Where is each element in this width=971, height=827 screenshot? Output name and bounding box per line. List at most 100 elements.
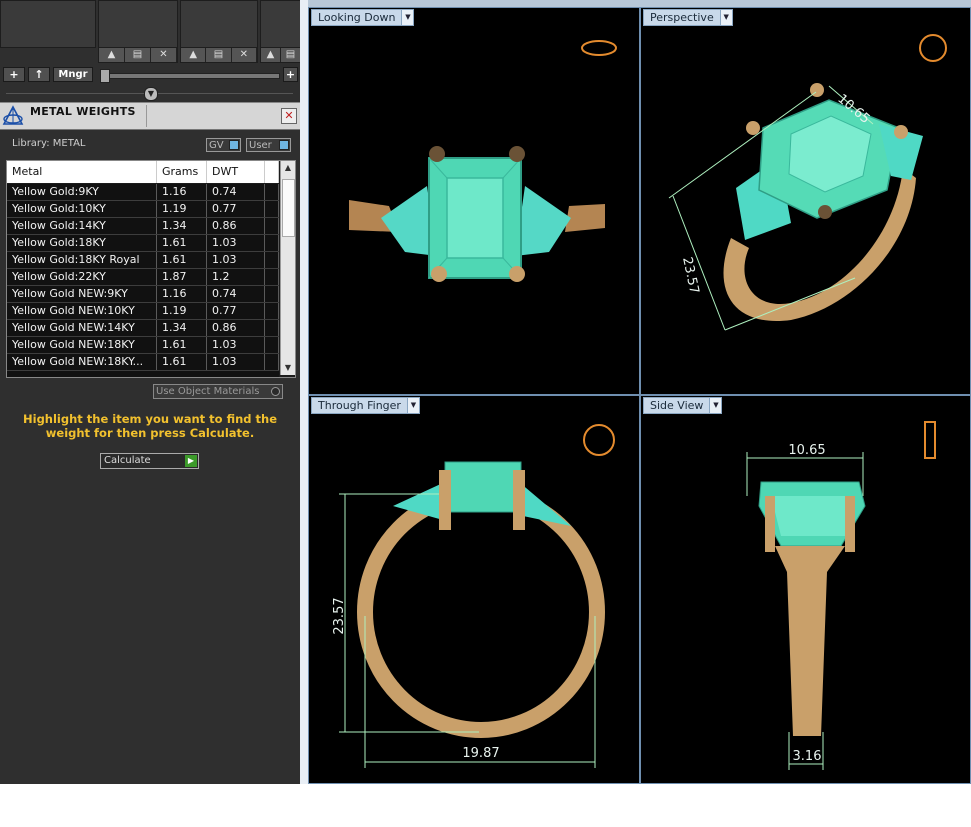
calculate-button[interactable]: Calculate ▶ bbox=[100, 453, 199, 469]
viewport-through-finger[interactable]: 23.57 19.87 Through Finger ▼ bbox=[308, 395, 640, 784]
dwt-cell: 0.74 bbox=[207, 286, 265, 302]
gv-toggle[interactable]: GV bbox=[206, 138, 241, 152]
dropdown-arrow-icon[interactable]: ▼ bbox=[406, 398, 419, 413]
use-object-materials-label: Use Object Materials bbox=[156, 386, 260, 397]
ring-front-view-render: 23.57 19.87 bbox=[332, 424, 615, 768]
dimension-height-label: 23.57 bbox=[332, 597, 347, 634]
table-row[interactable]: Yellow Gold:14KY 1.34 0.86 bbox=[7, 218, 279, 235]
column-header-grams[interactable]: Grams bbox=[157, 161, 207, 183]
scroll-down-icon[interactable]: ▼ bbox=[281, 361, 295, 375]
dropdown-arrow-icon[interactable]: ▼ bbox=[709, 398, 722, 413]
dropdown-arrow-icon[interactable]: ▼ bbox=[401, 10, 414, 25]
blank-cell bbox=[265, 235, 279, 251]
viewport-perspective[interactable]: 10.65 23.57 Perspective ▼ bbox=[640, 7, 971, 395]
table-row[interactable]: Yellow Gold NEW:9KY 1.16 0.74 bbox=[7, 286, 279, 303]
add-button[interactable]: + bbox=[3, 67, 25, 82]
ring-perspective-render: 10.65 23.57 bbox=[668, 34, 947, 331]
metal-cell: Yellow Gold:18KY Royal bbox=[7, 252, 157, 268]
table-row[interactable]: Yellow Gold:18KY Royal 1.61 1.03 bbox=[7, 252, 279, 269]
save-icon[interactable]: ▤ bbox=[206, 48, 232, 62]
header-divider bbox=[146, 105, 147, 127]
dwt-cell: 0.74 bbox=[207, 184, 265, 200]
orientation-ring-icon bbox=[919, 34, 947, 62]
dwt-cell: 1.03 bbox=[207, 354, 265, 370]
zoom-slider-track[interactable] bbox=[104, 73, 280, 79]
radio-indicator-icon bbox=[271, 387, 280, 396]
table-row[interactable]: Yellow Gold NEW:14KY 1.34 0.86 bbox=[7, 320, 279, 337]
dwt-cell: 0.86 bbox=[207, 218, 265, 234]
table-row-partial[interactable] bbox=[7, 371, 279, 377]
dropdown-arrow-icon[interactable]: ▼ bbox=[719, 10, 732, 25]
viewport-label-text: Looking Down bbox=[318, 11, 396, 24]
dwt-cell: 0.77 bbox=[207, 201, 265, 217]
table-row[interactable]: Yellow Gold:10KY 1.19 0.77 bbox=[7, 201, 279, 218]
manager-button[interactable]: Mngr bbox=[53, 67, 93, 82]
metal-cell: Yellow Gold NEW:18KY... bbox=[7, 354, 157, 370]
delete-icon[interactable]: ✕ bbox=[231, 48, 257, 62]
collapse-icon[interactable]: ▼ bbox=[144, 87, 158, 101]
view-tabs-strip[interactable] bbox=[308, 0, 971, 7]
layer-thumbnail[interactable] bbox=[260, 0, 302, 48]
blank-cell bbox=[265, 303, 279, 319]
viewport-label[interactable]: Side View ▼ bbox=[643, 397, 723, 414]
column-header-dwt[interactable]: DWT bbox=[207, 161, 265, 183]
metal-weights-panel: ▲ ▤ ✕ ▲ ▤ ✕ ▲ ▤ + ↑ Mngr + ▼ METAL WEIGH… bbox=[0, 0, 302, 784]
blank-cell bbox=[265, 201, 279, 217]
layer-thumbnail[interactable] bbox=[180, 0, 258, 48]
empty-area bbox=[0, 784, 971, 827]
grams-cell: 1.61 bbox=[157, 354, 207, 370]
grams-cell: 1.87 bbox=[157, 269, 207, 285]
move-up-icon[interactable]: ▲ bbox=[261, 48, 281, 62]
table-row[interactable]: Yellow Gold NEW:18KY 1.61 1.03 bbox=[7, 337, 279, 354]
panel-title: METAL WEIGHTS bbox=[30, 105, 136, 118]
use-object-materials-toggle[interactable]: Use Object Materials bbox=[153, 384, 283, 399]
scroll-up-icon[interactable]: ▲ bbox=[281, 161, 295, 175]
metal-cell: Yellow Gold:10KY bbox=[7, 201, 157, 217]
table-row[interactable]: Yellow Gold:22KY 1.87 1.2 bbox=[7, 269, 279, 286]
viewport-label[interactable]: Perspective ▼ bbox=[643, 9, 733, 26]
metal-cell: Yellow Gold NEW:14KY bbox=[7, 320, 157, 336]
table-row[interactable]: Yellow Gold NEW:10KY 1.19 0.77 bbox=[7, 303, 279, 320]
viewport-looking-down[interactable]: Looking Down ▼ bbox=[308, 7, 640, 395]
metal-cell: Yellow Gold NEW:9KY bbox=[7, 286, 157, 302]
blank-cell bbox=[265, 286, 279, 302]
save-icon[interactable]: ▤ bbox=[281, 48, 301, 62]
zoom-slider-handle[interactable] bbox=[100, 69, 110, 83]
metal-weights-logo-icon bbox=[2, 105, 24, 125]
instruction-text: Highlight the item you want to find the … bbox=[23, 412, 277, 440]
save-icon[interactable]: ▤ bbox=[125, 48, 151, 62]
panel-header: METAL WEIGHTS ✕ bbox=[0, 102, 300, 130]
move-up-icon[interactable]: ▲ bbox=[99, 48, 125, 62]
user-toggle[interactable]: User bbox=[246, 138, 291, 152]
grams-cell: 1.34 bbox=[157, 218, 207, 234]
table-scrollbar[interactable]: ▲ ▼ bbox=[280, 161, 295, 375]
layer-thumbnail[interactable] bbox=[98, 0, 178, 48]
blank-cell bbox=[265, 184, 279, 200]
metal-cell: Yellow Gold:9KY bbox=[7, 184, 157, 200]
move-up-button[interactable]: ↑ bbox=[28, 67, 50, 82]
move-up-icon[interactable]: ▲ bbox=[181, 48, 207, 62]
blank-cell bbox=[265, 320, 279, 336]
table-row[interactable]: Yellow Gold:18KY 1.61 1.03 bbox=[7, 235, 279, 252]
close-icon[interactable]: ✕ bbox=[281, 108, 297, 124]
thumbnail-controls: ▲ ▤ ✕ bbox=[180, 47, 258, 63]
viewport-side-view[interactable]: 10.65 3.16 Side View ▼ bbox=[640, 395, 971, 784]
layer-thumbnail[interactable] bbox=[0, 0, 96, 48]
panel-splitter[interactable] bbox=[300, 0, 308, 784]
column-header-metal[interactable]: Metal bbox=[7, 161, 157, 183]
column-header-extra bbox=[265, 161, 279, 183]
table-row[interactable]: Yellow Gold:9KY 1.16 0.74 bbox=[7, 184, 279, 201]
viewport-label[interactable]: Looking Down ▼ bbox=[311, 9, 415, 26]
scroll-thumb[interactable] bbox=[282, 179, 295, 237]
blank-cell bbox=[265, 269, 279, 285]
table-row[interactable]: Yellow Gold NEW:18KY... 1.61 1.03 bbox=[7, 354, 279, 371]
delete-icon[interactable]: ✕ bbox=[151, 48, 177, 62]
zoom-plus-button[interactable]: + bbox=[283, 67, 298, 82]
dwt-cell: 1.2 bbox=[207, 269, 265, 285]
viewport-label[interactable]: Through Finger ▼ bbox=[311, 397, 420, 414]
grams-cell: 1.16 bbox=[157, 286, 207, 302]
grams-cell: 1.61 bbox=[157, 337, 207, 353]
play-icon: ▶ bbox=[185, 455, 197, 467]
thumbnail-controls: ▲ ▤ bbox=[260, 47, 302, 63]
metal-cell: Yellow Gold:14KY bbox=[7, 218, 157, 234]
